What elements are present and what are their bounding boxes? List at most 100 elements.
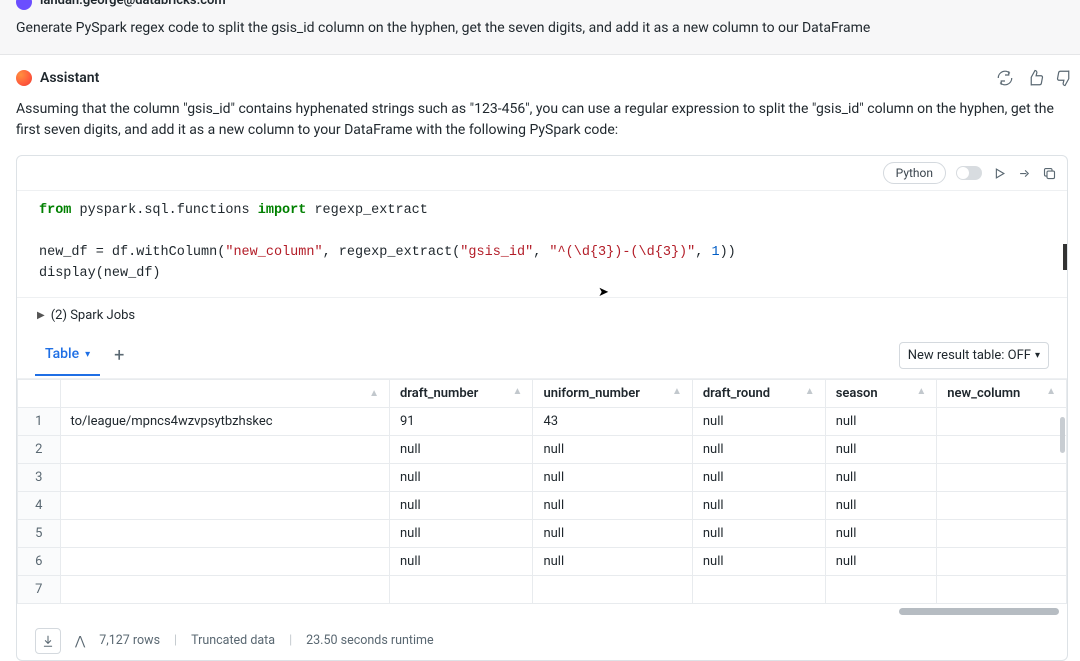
table-cell[interactable] bbox=[60, 491, 389, 519]
table-cell[interactable]: 91 bbox=[389, 407, 532, 435]
sort-icon: ▲ bbox=[805, 386, 815, 397]
table-cell[interactable]: null bbox=[389, 491, 532, 519]
sort-icon: ▲ bbox=[1046, 386, 1056, 397]
table-row[interactable]: 3nullnullnullnull bbox=[18, 463, 1067, 491]
new-result-table-dropdown[interactable]: New result table: OFF ▾ bbox=[899, 342, 1049, 369]
table-cell[interactable] bbox=[389, 575, 532, 603]
table-cell[interactable]: null bbox=[825, 407, 937, 435]
horizontal-scrollbar[interactable] bbox=[25, 606, 1059, 618]
code-editor[interactable]: from pyspark.sql.functions import regexp… bbox=[17, 191, 1067, 298]
table-row[interactable]: 6nullnullnullnull bbox=[18, 547, 1067, 575]
add-tab-button[interactable]: + bbox=[100, 333, 138, 378]
column-header[interactable]: uniform_number▲ bbox=[533, 379, 692, 407]
tab-table[interactable]: Table ▾ bbox=[35, 334, 100, 376]
user-prompt-text: Generate PySpark regex code to split the… bbox=[16, 20, 1064, 36]
table-row[interactable]: 5nullnullnullnull bbox=[18, 519, 1067, 547]
table-cell[interactable]: null bbox=[692, 463, 825, 491]
cell-toggle[interactable] bbox=[956, 166, 982, 180]
table-cell[interactable] bbox=[937, 407, 1067, 435]
code-cell: Python from pyspark.sql.functions import… bbox=[16, 155, 1068, 661]
vertical-scrollbar[interactable] bbox=[1060, 417, 1065, 453]
result-table: ▲ draft_number▲ uniform_number▲ draft_ro… bbox=[17, 379, 1067, 604]
row-number-header[interactable] bbox=[18, 379, 61, 407]
table-cell[interactable]: to/league/mpncs4wzvpsytbzhskec bbox=[60, 407, 389, 435]
table-cell[interactable]: null bbox=[825, 547, 937, 575]
table-cell[interactable] bbox=[937, 463, 1067, 491]
table-cell[interactable] bbox=[60, 519, 389, 547]
table-cell[interactable] bbox=[60, 463, 389, 491]
table-cell[interactable]: null bbox=[825, 435, 937, 463]
table-cell[interactable]: null bbox=[533, 519, 692, 547]
regenerate-icon[interactable] bbox=[996, 69, 1014, 87]
thumbs-down-icon[interactable] bbox=[1056, 69, 1074, 87]
table-cell[interactable]: null bbox=[692, 547, 825, 575]
table-cell[interactable]: null bbox=[389, 519, 532, 547]
table-cell[interactable]: null bbox=[533, 435, 692, 463]
table-row[interactable]: 1to/league/mpncs4wzvpsytbzhskec9143nulln… bbox=[18, 407, 1067, 435]
run-icon[interactable] bbox=[992, 166, 1007, 181]
language-pill[interactable]: Python bbox=[883, 162, 946, 184]
table-cell[interactable]: null bbox=[389, 547, 532, 575]
download-button[interactable] bbox=[35, 628, 61, 654]
spark-jobs-label: (2) Spark Jobs bbox=[51, 308, 135, 323]
table-cell[interactable]: null bbox=[533, 491, 692, 519]
thumbs-up-icon[interactable] bbox=[1026, 69, 1044, 87]
row-number-cell[interactable]: 1 bbox=[18, 407, 61, 435]
truncated-label: Truncated data bbox=[191, 633, 275, 648]
runtime-label: 23.50 seconds runtime bbox=[306, 633, 434, 648]
row-number-cell[interactable]: 3 bbox=[18, 463, 61, 491]
table-cell[interactable] bbox=[60, 575, 389, 603]
copy-icon[interactable] bbox=[1042, 166, 1057, 181]
table-cell[interactable]: null bbox=[692, 519, 825, 547]
table-cell[interactable]: null bbox=[389, 463, 532, 491]
table-cell[interactable] bbox=[937, 575, 1067, 603]
row-number-cell[interactable]: 6 bbox=[18, 547, 61, 575]
row-number-cell[interactable]: 2 bbox=[18, 435, 61, 463]
row-number-cell[interactable]: 7 bbox=[18, 575, 61, 603]
chart-icon[interactable]: ⋀ bbox=[75, 633, 85, 649]
column-header[interactable]: season▲ bbox=[825, 379, 937, 407]
table-cell[interactable] bbox=[533, 575, 692, 603]
table-cell[interactable] bbox=[825, 575, 937, 603]
table-cell[interactable]: null bbox=[692, 435, 825, 463]
table-row[interactable]: 2nullnullnullnull bbox=[18, 435, 1067, 463]
scrollbar-thumb[interactable] bbox=[899, 608, 1059, 615]
table-cell[interactable] bbox=[60, 435, 389, 463]
caret-right-icon: ▶ bbox=[37, 310, 45, 321]
new-result-label: New result table: OFF bbox=[908, 348, 1031, 363]
table-cell[interactable]: null bbox=[825, 519, 937, 547]
table-cell[interactable]: null bbox=[692, 407, 825, 435]
spark-jobs-toggle[interactable]: ▶ (2) Spark Jobs bbox=[17, 298, 1067, 333]
table-cell[interactable] bbox=[937, 435, 1067, 463]
assistant-label: Assistant bbox=[40, 70, 99, 86]
table-row[interactable]: 7 bbox=[18, 575, 1067, 603]
table-cell[interactable] bbox=[937, 547, 1067, 575]
table-cell[interactable]: null bbox=[825, 491, 937, 519]
row-number-cell[interactable]: 5 bbox=[18, 519, 61, 547]
table-cell[interactable]: null bbox=[825, 463, 937, 491]
table-row[interactable]: 4nullnullnullnull bbox=[18, 491, 1067, 519]
row-number-cell[interactable]: 4 bbox=[18, 491, 61, 519]
result-table-wrap: ▲ draft_number▲ uniform_number▲ draft_ro… bbox=[17, 379, 1067, 622]
column-header[interactable]: ▲ bbox=[60, 379, 389, 407]
expand-icon[interactable] bbox=[1017, 166, 1032, 181]
column-header[interactable]: draft_round▲ bbox=[692, 379, 825, 407]
table-cell[interactable]: null bbox=[389, 435, 532, 463]
table-cell[interactable]: null bbox=[692, 491, 825, 519]
result-footer: ⋀ 7,127 rows | Truncated data | 23.50 se… bbox=[17, 622, 1067, 660]
table-cell[interactable] bbox=[937, 491, 1067, 519]
caret-indicator bbox=[1063, 244, 1067, 270]
table-cell[interactable] bbox=[60, 547, 389, 575]
code-keyword: import bbox=[258, 203, 307, 218]
sort-icon: ▲ bbox=[369, 388, 379, 399]
user-avatar bbox=[16, 0, 32, 10]
cell-toolbar: Python bbox=[17, 156, 1067, 191]
table-cell[interactable]: 43 bbox=[533, 407, 692, 435]
user-email: landan.george@databricks.com bbox=[40, 0, 226, 8]
table-cell[interactable] bbox=[937, 519, 1067, 547]
table-cell[interactable]: null bbox=[533, 547, 692, 575]
column-header[interactable]: new_column▲ bbox=[937, 379, 1067, 407]
column-header[interactable]: draft_number▲ bbox=[389, 379, 532, 407]
table-cell[interactable] bbox=[692, 575, 825, 603]
table-cell[interactable]: null bbox=[533, 463, 692, 491]
